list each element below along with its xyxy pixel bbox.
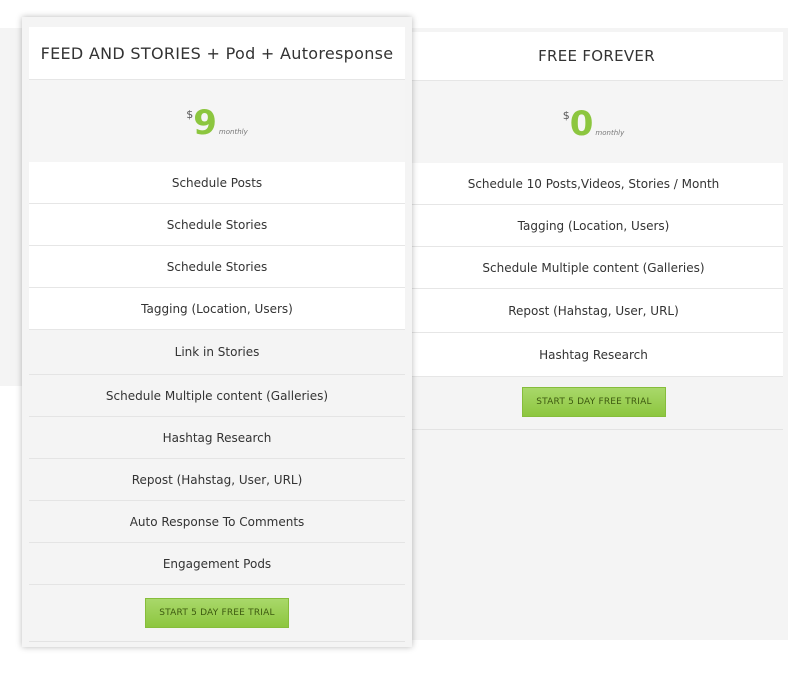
currency-symbol: $: [186, 108, 194, 121]
price-period: monthly: [218, 128, 248, 136]
feature-item: Schedule Stories: [29, 246, 405, 288]
currency-symbol: $: [562, 109, 570, 122]
feature-item: Repost (Hahstag, User, URL): [29, 459, 405, 501]
feature-item: Schedule Multiple content (Galleries): [29, 375, 405, 417]
cta-area: START 5 DAY FREE TRIAL: [404, 377, 783, 430]
feature-item: Hashtag Research: [404, 333, 783, 377]
feature-item: Repost (Hahstag, User, URL): [404, 289, 783, 333]
price-amount: 0: [569, 104, 594, 144]
start-trial-button[interactable]: START 5 DAY FREE TRIAL: [522, 387, 666, 417]
price-period: monthly: [595, 129, 625, 137]
background-gap: [0, 386, 22, 640]
feature-item: Hashtag Research: [29, 417, 405, 459]
feature-item: Schedule 10 Posts,Videos, Stories / Mont…: [404, 163, 783, 205]
feature-item: Schedule Posts: [29, 162, 405, 204]
plan-title: FEED AND STORIES + Pod + Autoresponse: [29, 27, 405, 80]
cta-area: START 5 DAY FREE TRIAL: [29, 585, 405, 642]
price-amount: 9: [193, 103, 217, 143]
price-box: $0 monthly: [404, 81, 783, 163]
plan-card-feed-and-stories: FEED AND STORIES + Pod + Autoresponse $9…: [22, 17, 412, 647]
feature-item: Link in Stories: [29, 330, 405, 375]
feature-item: Engagement Pods: [29, 543, 405, 585]
feature-item: Tagging (Location, Users): [404, 205, 783, 247]
price-box: $9 monthly: [29, 80, 405, 162]
feature-item: Schedule Stories: [29, 204, 405, 246]
plan-card-free: FREE FOREVER $0 monthly Schedule 10 Posts…: [404, 32, 783, 430]
feature-item: Auto Response To Comments: [29, 501, 405, 543]
price: $0 monthly: [404, 107, 783, 147]
feature-item: Tagging (Location, Users): [29, 288, 405, 330]
start-trial-button[interactable]: START 5 DAY FREE TRIAL: [145, 598, 289, 628]
price: $9 monthly: [29, 106, 405, 146]
plan-title: FREE FOREVER: [404, 32, 783, 81]
feature-item: Schedule Multiple content (Galleries): [404, 247, 783, 289]
